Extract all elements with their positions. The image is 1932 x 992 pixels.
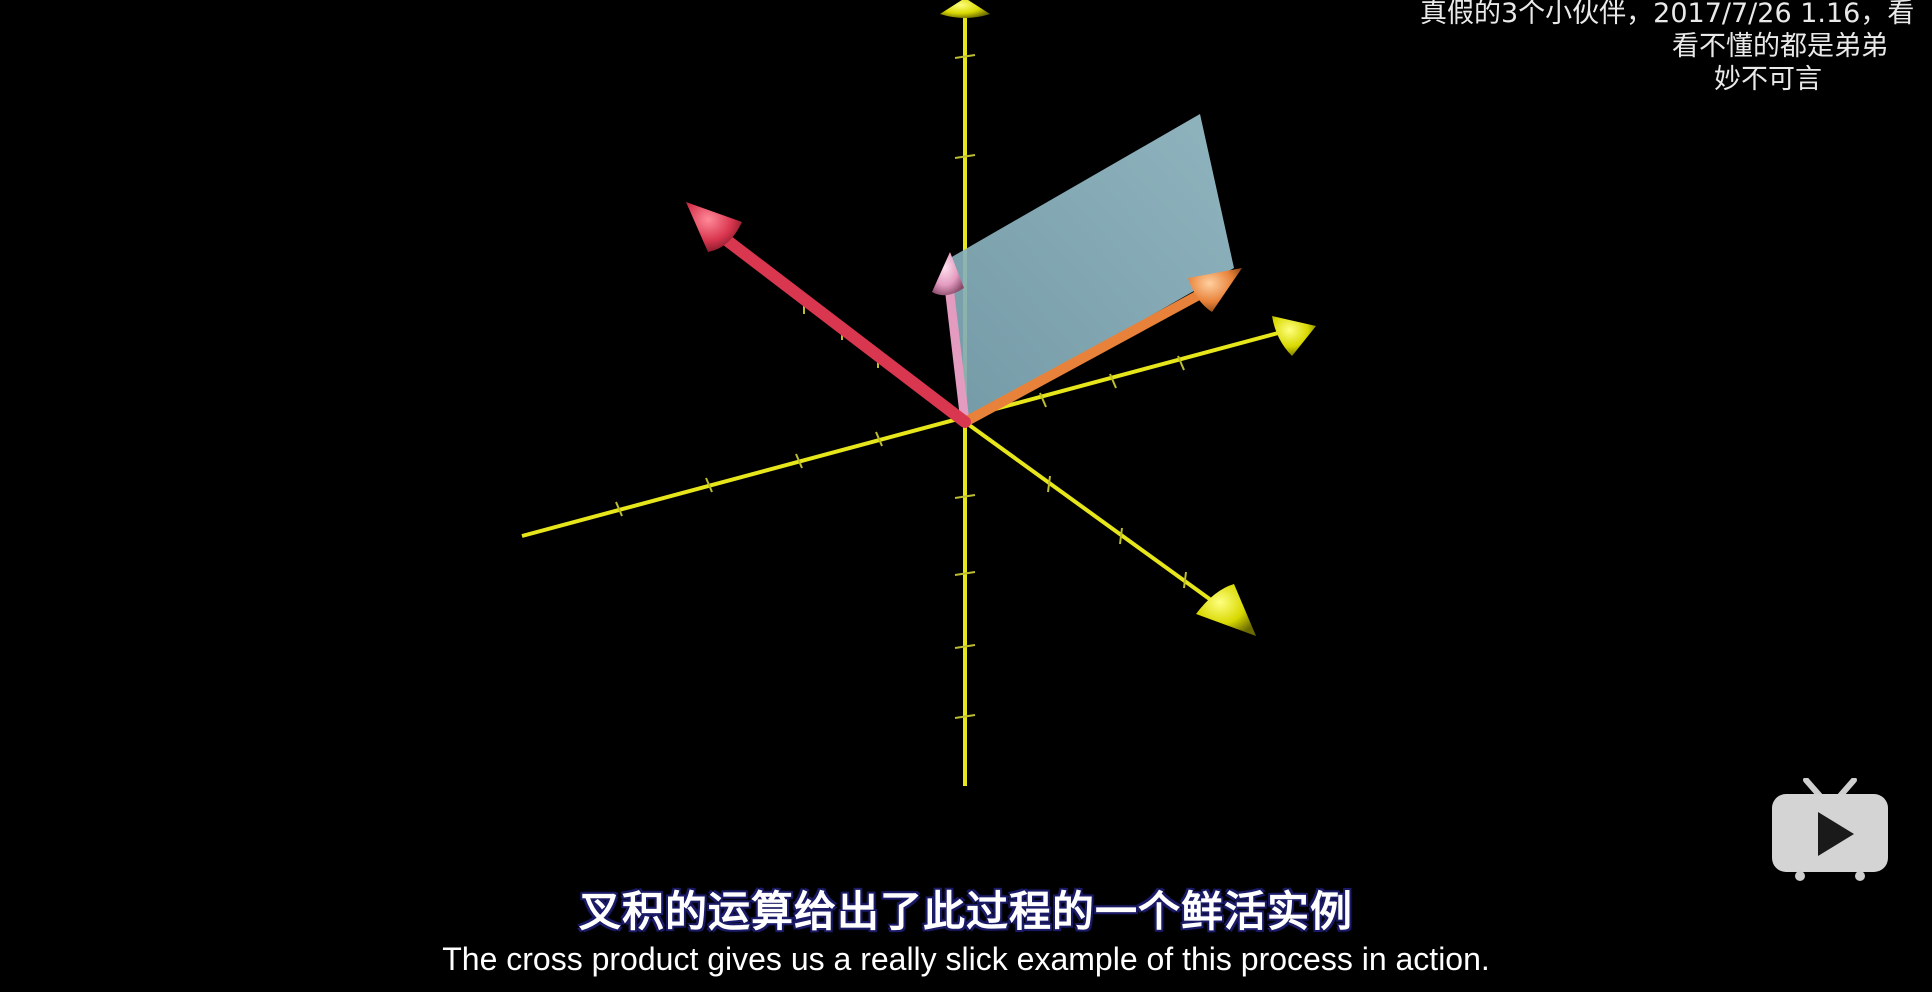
video-frame[interactable]: 真假的3个小伙伴，2017/7/26 1.16，看 看不懂的都是弟弟 妙不可言 … xyxy=(0,0,1932,992)
axis-x-arrowhead xyxy=(1272,316,1316,356)
danmaku-comment: 看不懂的都是弟弟 xyxy=(1672,31,1888,62)
vector-red xyxy=(710,226,971,428)
axis-z-arrowhead xyxy=(940,0,990,18)
axis-y-arrowhead xyxy=(1196,584,1256,636)
3d-axes-scene xyxy=(521,0,1316,786)
danmaku-comment: 真假的3个小伙伴，2017/7/26 1.16，看 xyxy=(1420,0,1915,29)
subtitle-english: The cross product gives us a really slic… xyxy=(442,941,1490,977)
bilibili-tv-logo-icon xyxy=(1772,778,1888,881)
danmaku-comment: 妙不可言 xyxy=(1714,64,1822,95)
parallelogram-plane xyxy=(950,114,1234,422)
axis-x xyxy=(521,330,1283,538)
subtitle-chinese: 叉积的运算给出了此过程的一个鲜活实例 xyxy=(578,887,1353,936)
axis-y xyxy=(963,420,1224,610)
